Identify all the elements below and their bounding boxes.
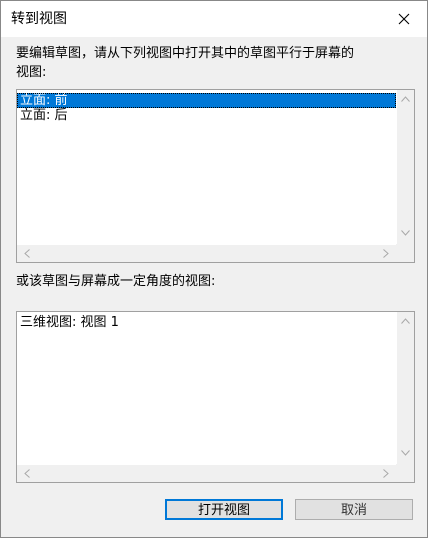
angled-views-list-items: 三维视图: 视图 1 bbox=[17, 312, 396, 464]
chevron-down-icon[interactable] bbox=[401, 229, 410, 239]
chevron-left-icon[interactable] bbox=[24, 249, 30, 261]
chevron-right-icon[interactable] bbox=[383, 469, 389, 481]
parallel-views-prompt: 要编辑草图，请从下列视图中打开其中的草图平行于屏幕的 视图: bbox=[16, 44, 354, 82]
title-bar: 转到视图 bbox=[1, 1, 427, 37]
dialog-title: 转到视图 bbox=[11, 11, 67, 27]
open-view-button[interactable]: 打开视图 bbox=[165, 499, 283, 520]
parallel-views-list[interactable]: 立面: 前 立面: 后 bbox=[16, 89, 415, 263]
horizontal-scrollbar[interactable] bbox=[17, 245, 396, 262]
list-item[interactable]: 立面: 后 bbox=[17, 108, 396, 123]
list-item[interactable]: 三维视图: 视图 1 bbox=[17, 315, 396, 330]
cancel-button[interactable]: 取消 bbox=[295, 499, 413, 520]
vertical-scrollbar[interactable] bbox=[397, 90, 414, 244]
parallel-views-prompt-line1: 要编辑草图，请从下列视图中打开其中的草图平行于屏幕的 bbox=[16, 46, 355, 61]
close-button[interactable] bbox=[381, 1, 427, 37]
scrollbar-corner bbox=[396, 244, 414, 262]
scrollbar-corner bbox=[396, 464, 414, 482]
go-to-view-dialog: 转到视图 要编辑草图，请从下列视图中打开其中的草图平行于屏幕的 视图: 立面: … bbox=[0, 0, 428, 538]
chevron-right-icon[interactable] bbox=[383, 249, 389, 261]
list-item[interactable]: 立面: 前 bbox=[17, 93, 396, 108]
vertical-scrollbar[interactable] bbox=[397, 312, 414, 464]
close-icon bbox=[398, 13, 410, 25]
horizontal-scrollbar[interactable] bbox=[17, 465, 396, 482]
chevron-left-icon[interactable] bbox=[24, 469, 30, 481]
chevron-up-icon[interactable] bbox=[401, 317, 410, 327]
parallel-views-list-items: 立面: 前 立面: 后 bbox=[17, 90, 396, 244]
angled-views-list[interactable]: 三维视图: 视图 1 bbox=[16, 311, 415, 483]
chevron-down-icon[interactable] bbox=[401, 449, 410, 459]
parallel-views-prompt-line2: 视图: bbox=[16, 65, 47, 80]
chevron-up-icon[interactable] bbox=[401, 95, 410, 105]
angled-views-prompt: 或该草图与屏幕成一定角度的视图: bbox=[16, 274, 216, 289]
